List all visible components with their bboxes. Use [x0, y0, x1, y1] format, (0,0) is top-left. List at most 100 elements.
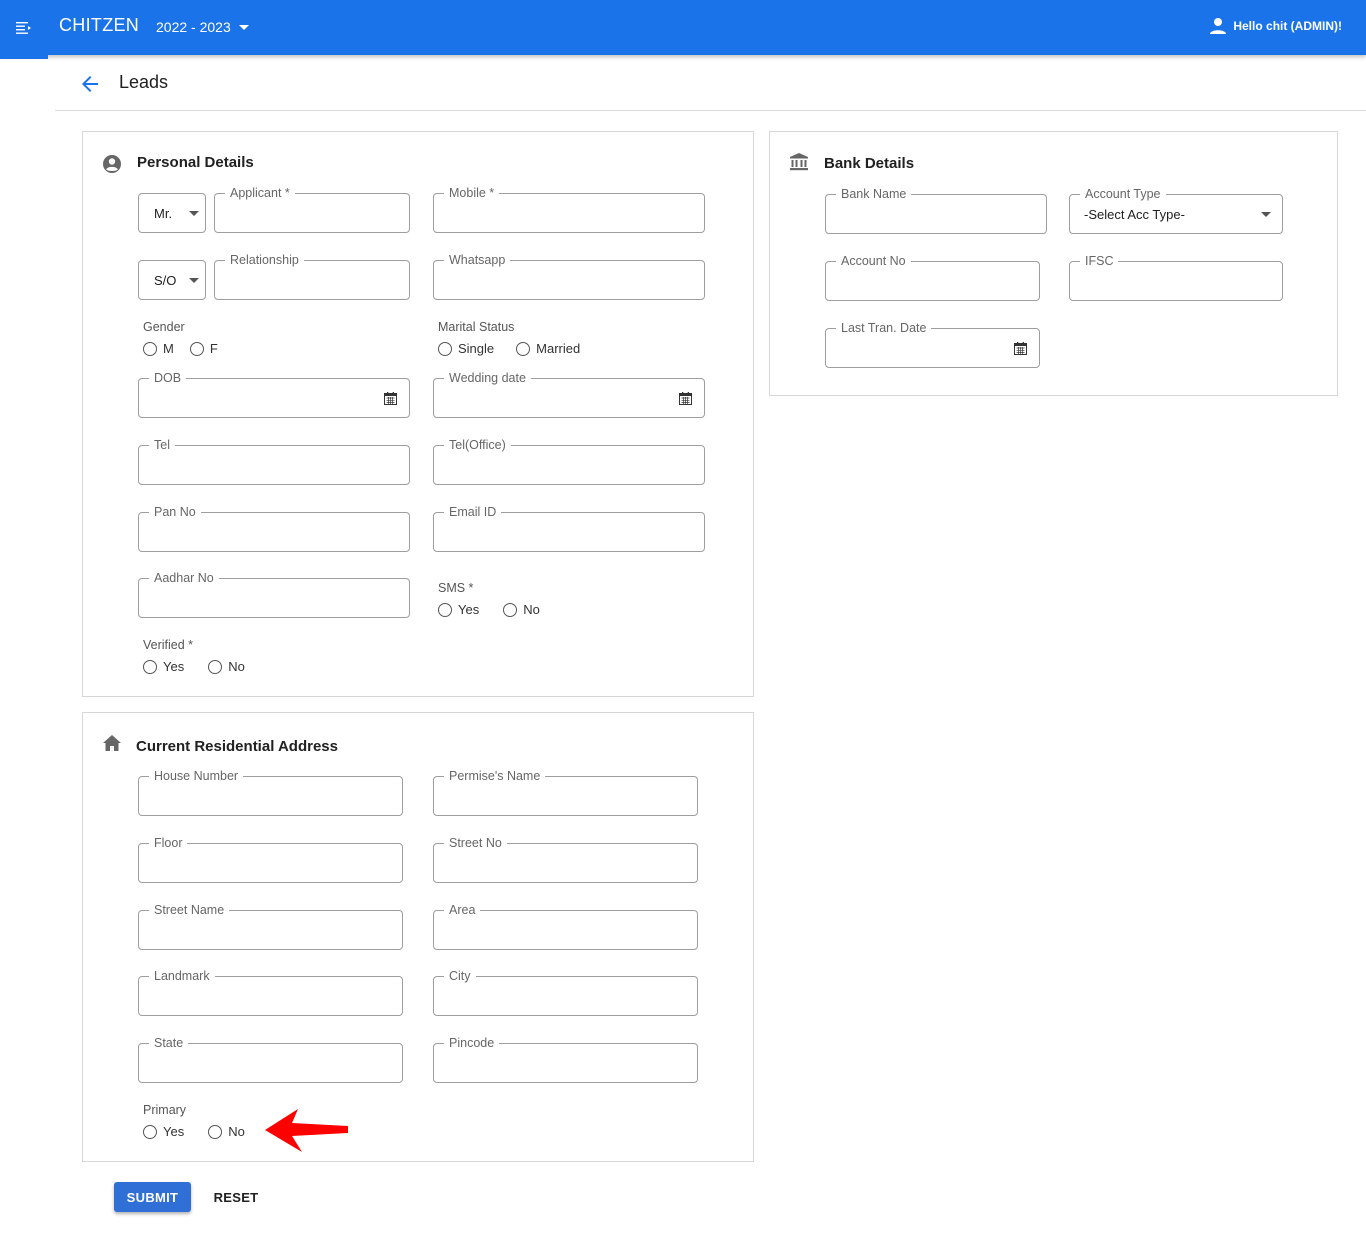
primary-label: Primary: [143, 1103, 187, 1117]
sms-option-no-label: No: [523, 602, 540, 617]
primary-option-yes[interactable]: Yes: [143, 1124, 184, 1139]
last-tran-date-input[interactable]: [826, 329, 1039, 367]
reset-button[interactable]: RESET: [206, 1182, 266, 1212]
whatsapp-field[interactable]: Whatsapp: [433, 252, 705, 300]
relationship-input[interactable]: [215, 261, 409, 299]
calendar-icon[interactable]: [1014, 342, 1027, 355]
chevron-down-icon: [238, 24, 249, 30]
city-input[interactable]: [434, 977, 697, 1015]
premise-name-field[interactable]: Permise's Name: [433, 768, 698, 816]
radio-circle[interactable]: [438, 341, 452, 356]
house-number-field[interactable]: House Number: [138, 768, 403, 816]
calendar-icon[interactable]: [384, 392, 397, 405]
account-no-field[interactable]: Account No: [825, 253, 1040, 301]
ifsc-field[interactable]: IFSC: [1069, 253, 1283, 301]
aadhar-field[interactable]: Aadhar No: [138, 570, 410, 618]
last-tran-date-field[interactable]: Last Tran. Date: [825, 320, 1040, 368]
gender-option-f[interactable]: F: [189, 341, 218, 356]
verified-option-no-label: No: [228, 659, 245, 674]
state-field[interactable]: State: [138, 1035, 403, 1083]
radio-circle[interactable]: [438, 602, 452, 617]
street-name-input[interactable]: [139, 911, 402, 949]
email-input[interactable]: [434, 513, 704, 551]
street-name-field[interactable]: Street Name: [138, 902, 403, 950]
bank-details-card: Bank Details Bank Name Account Type -Sel…: [769, 131, 1338, 396]
tel-input[interactable]: [139, 446, 409, 484]
verified-option-no[interactable]: No: [208, 659, 245, 674]
bank-name-input[interactable]: [826, 195, 1046, 233]
radio-circle[interactable]: [208, 659, 223, 674]
personal-details-title: Personal Details: [137, 154, 254, 171]
bank-name-field[interactable]: Bank Name: [825, 186, 1047, 234]
account-type-select[interactable]: Account Type -Select Acc Type-: [1069, 186, 1283, 234]
sms-option-yes[interactable]: Yes: [438, 602, 479, 617]
house-number-input[interactable]: [139, 777, 402, 815]
email-field[interactable]: Email ID: [433, 504, 705, 552]
menu-toggle-button[interactable]: [0, 0, 48, 55]
gender-label: Gender: [143, 320, 185, 334]
gender-option-m[interactable]: M: [143, 341, 174, 356]
app-brand: CHITZEN: [59, 15, 140, 35]
sms-option-no[interactable]: No: [503, 602, 540, 617]
address-card: Current Residential Address House Number…: [82, 712, 754, 1162]
user-menu[interactable]: Hello chit (ADMIN)!: [1209, 17, 1342, 35]
pincode-input[interactable]: [434, 1044, 697, 1082]
home-icon: [103, 735, 121, 751]
mobile-input[interactable]: [434, 194, 704, 232]
tel-field[interactable]: Tel: [138, 437, 410, 485]
radio-circle[interactable]: [143, 659, 157, 674]
radio-circle[interactable]: [503, 602, 518, 617]
verified-option-yes[interactable]: Yes: [143, 659, 184, 674]
dob-field[interactable]: DOB: [138, 370, 410, 418]
wedding-date-input[interactable]: [434, 379, 704, 417]
premise-name-input[interactable]: [434, 777, 697, 815]
wedding-date-field[interactable]: Wedding date: [433, 370, 705, 418]
applicant-field[interactable]: Applicant *: [214, 185, 410, 233]
tel-office-input[interactable]: [434, 446, 704, 484]
title-select[interactable]: Mr.: [138, 193, 206, 233]
radio-circle[interactable]: [516, 341, 531, 356]
ifsc-input[interactable]: [1070, 262, 1282, 300]
back-arrow-icon[interactable]: [78, 72, 102, 96]
state-input[interactable]: [139, 1044, 402, 1082]
relationship-field[interactable]: Relationship: [214, 252, 410, 300]
gender-radio-group: Gender M F: [143, 320, 234, 356]
tel-office-field[interactable]: Tel(Office): [433, 437, 705, 485]
sms-option-yes-label: Yes: [458, 602, 480, 617]
pan-input[interactable]: [139, 513, 409, 551]
city-field[interactable]: City: [433, 968, 698, 1016]
financial-year-dropdown[interactable]: 2022 - 2023: [156, 19, 249, 35]
primary-option-no-label: No: [228, 1124, 245, 1139]
floor-field[interactable]: Floor: [138, 835, 403, 883]
submit-button[interactable]: SUBMIT: [114, 1182, 191, 1212]
pincode-field[interactable]: Pincode: [433, 1035, 698, 1083]
landmark-input[interactable]: [139, 977, 402, 1015]
street-no-input[interactable]: [434, 844, 697, 882]
area-input[interactable]: [434, 911, 697, 949]
primary-option-no[interactable]: No: [208, 1124, 245, 1139]
aadhar-input[interactable]: [139, 579, 409, 617]
account-no-input[interactable]: [826, 262, 1039, 300]
whatsapp-input[interactable]: [434, 261, 704, 299]
radio-circle[interactable]: [143, 341, 157, 356]
applicant-input[interactable]: [215, 194, 409, 232]
gender-option-f-label: F: [209, 341, 218, 356]
radio-circle[interactable]: [143, 1124, 157, 1139]
marital-option-married[interactable]: Married: [516, 341, 580, 356]
floor-input[interactable]: [139, 844, 402, 882]
radio-circle[interactable]: [208, 1124, 223, 1139]
street-no-field[interactable]: Street No: [433, 835, 698, 883]
mobile-field[interactable]: Mobile *: [433, 185, 705, 233]
marital-option-single[interactable]: Single: [438, 341, 494, 356]
relation-select[interactable]: S/O: [138, 260, 206, 300]
area-field[interactable]: Area: [433, 902, 698, 950]
pan-field[interactable]: Pan No: [138, 504, 410, 552]
landmark-field[interactable]: Landmark: [138, 968, 403, 1016]
radio-circle[interactable]: [189, 341, 204, 356]
sms-label: SMS *: [438, 581, 474, 595]
dob-input[interactable]: [139, 379, 409, 417]
user-icon: [1210, 18, 1227, 34]
calendar-icon[interactable]: [679, 392, 692, 405]
financial-year-value: 2022 - 2023: [156, 19, 231, 35]
sms-radio-group: SMS * Yes No: [438, 581, 556, 617]
